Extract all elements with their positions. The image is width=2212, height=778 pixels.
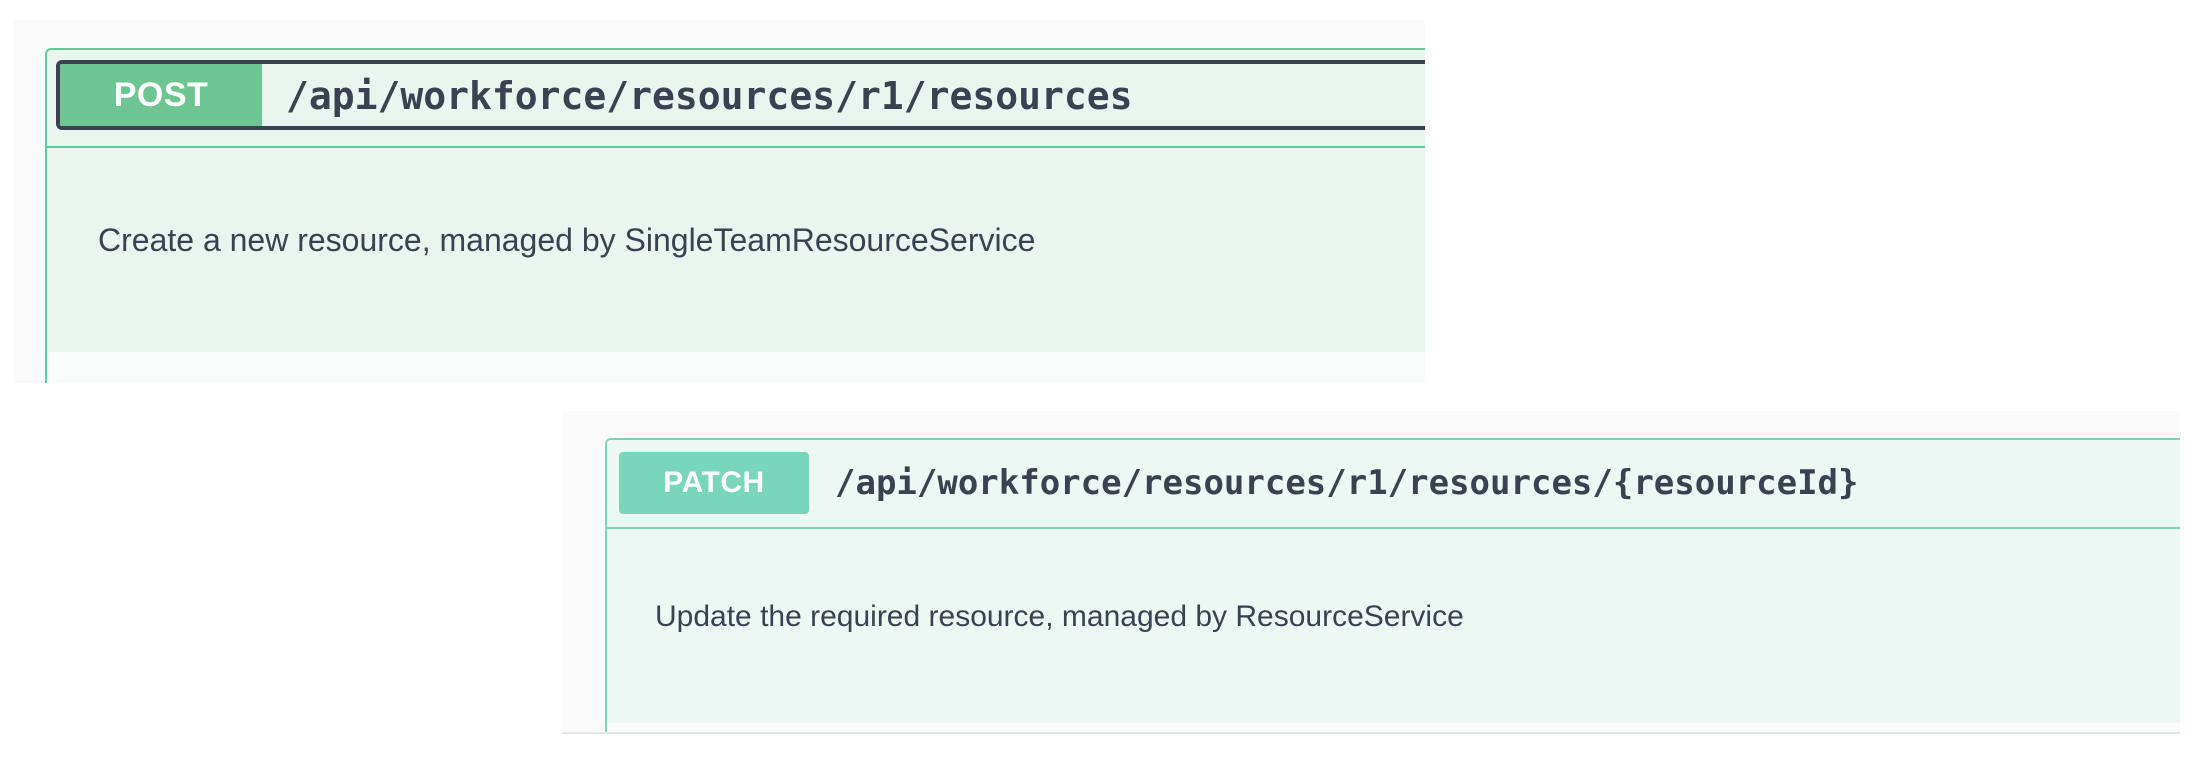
- operation-description: Update the required resource, managed by…: [655, 600, 1464, 633]
- operation-description: Create a new resource, managed by Single…: [98, 222, 1036, 258]
- post-operation-block: POST /api/workforce/resources/r1/resourc…: [45, 48, 1425, 383]
- post-operation-snapshot: POST /api/workforce/resources/r1/resourc…: [13, 20, 1425, 383]
- section-divider: [47, 146, 1425, 148]
- operation-path: /api/workforce/resources/r1/resources/{r…: [835, 463, 1859, 503]
- method-badge-patch: PATCH: [619, 452, 809, 514]
- operation-path: /api/workforce/resources/r1/resources: [286, 74, 1133, 118]
- post-operation-summary[interactable]: POST /api/workforce/resources/r1/resourc…: [56, 60, 1425, 130]
- method-badge-post: POST: [60, 64, 262, 126]
- patch-operation-block: PATCH /api/workforce/resources/r1/resour…: [605, 438, 2180, 734]
- snapshot-bottom-border: [562, 732, 2180, 734]
- operation-body-strip: [47, 352, 1425, 383]
- patch-operation-snapshot: PATCH /api/workforce/resources/r1/resour…: [562, 411, 2180, 734]
- patch-operation-summary[interactable]: PATCH /api/workforce/resources/r1/resour…: [607, 440, 2180, 529]
